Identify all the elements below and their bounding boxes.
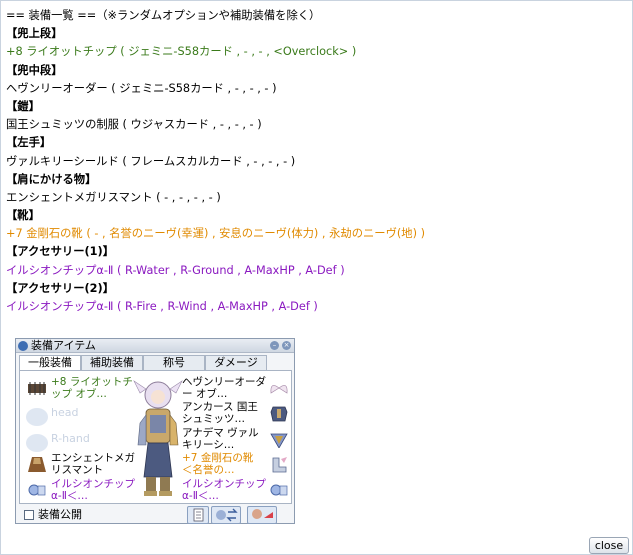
window-footer: 装備公開 (19, 506, 293, 524)
left-equip-slot[interactable]: エンシェントメガリスマント (24, 451, 135, 477)
boots-icon (268, 455, 290, 473)
wings-icon (268, 379, 290, 397)
equip-slot-label: R-hand (51, 432, 90, 445)
armor-icon (268, 404, 290, 422)
right-equip-slot[interactable]: アンカース 国王シュミッツ… (182, 400, 292, 426)
log-section-header: 【アクセサリー(2)】 (6, 281, 114, 295)
tab-title[interactable]: 称号 (143, 355, 205, 370)
equip-slot-label: アンカース 国王シュミッツ… (182, 401, 258, 426)
right-equip-slot[interactable]: ヘヴンリーオーダー オブ… (182, 375, 292, 401)
shield-icon (268, 430, 290, 449)
log-item-line: イルシオンチップα-Ⅱ ( R-Water , R-Ground , A-Max… (6, 263, 345, 277)
tab-bar: 一般装備 補助装備 称号 ダメージ (19, 355, 277, 370)
equip-slot-label: アナデマ ヴァルキリーシ… (182, 426, 259, 451)
equip-slot-label: +8 ライオットチップ オブ… (51, 376, 133, 400)
accessory-icon (268, 481, 290, 499)
tab-damage[interactable]: ダメージ (205, 355, 267, 370)
left-equip-slot[interactable]: イルシオンチップα-Ⅱ＜… (24, 477, 135, 503)
equipment-log: == 装備一覧 ==（※ランダムオプションや補助装備を除く） 【兜上段】 +8 ライ… (6, 7, 616, 316)
left-equip-slot[interactable]: +8 ライオットチップ オブ… (24, 375, 134, 401)
public-label: 装備公開 (38, 508, 82, 521)
log-section-header: 【鎧】 (6, 99, 40, 113)
equip-slot-label: ヘヴンリーオーダー オブ… (182, 376, 266, 400)
equip-slot-label: +7 金剛石の靴 ＜名誉の… (182, 452, 254, 477)
public-checkbox[interactable] (24, 510, 34, 520)
right-equip-slot[interactable]: イルシオンチップα-Ⅱ＜… (182, 477, 292, 503)
equip-slot-label: イルシオンチップα-Ⅱ＜… (182, 477, 266, 502)
log-item-line: ヘヴンリーオーダー ( ジェミニ-S58カード , - , - , - ) (6, 81, 277, 95)
chip-icon (26, 379, 48, 397)
memo-button[interactable] (187, 506, 209, 524)
log-section-header: 【兜上段】 (6, 27, 63, 41)
cape-icon (26, 455, 48, 473)
log-item-line: +8 ライオットチップ ( ジェミニ-S58カード , - , - , <Ove… (6, 45, 357, 59)
equip-slot-label: head (51, 407, 79, 420)
swap-equip-button[interactable] (211, 506, 241, 524)
log-item-line: イルシオンチップα-Ⅱ ( R-Fire , R-Wind , A-MaxHP … (6, 300, 318, 313)
log-item-line: == 装備一覧 ==（※ランダムオプションや補助装備を除く） (6, 9, 321, 22)
log-item-line: 国王シュミッツの制服 ( ウジャスカード , - , - , - ) (6, 118, 262, 132)
close-icon[interactable]: × (282, 341, 291, 350)
accessory-icon (26, 481, 48, 499)
right-equip-slot[interactable]: +7 金剛石の靴 ＜名誉の… (182, 451, 292, 477)
minimize-icon[interactable]: – (270, 341, 279, 350)
memo-icon (193, 508, 204, 522)
log-item-line: エンシェントメガリスマント ( - , - , - , - ) (6, 190, 221, 204)
log-section-header: 【アクセサリー(1)】 (6, 245, 114, 259)
log-item-line: ヴァルキリーシールド ( フレームスカルカード , - , - , - ) (6, 154, 296, 168)
equipment-window: 装備アイテム – × 一般装備 補助装備 称号 ダメージ +8 ライオットチップ… (15, 338, 295, 524)
log-item-line: +7 金剛石の靴 ( - , 名誉のニーヴ(幸運) , 安息のニーヴ(体力) ,… (6, 227, 425, 241)
left-equip-slot[interactable]: R-hand (24, 426, 134, 452)
log-section-header: 【靴】 (6, 209, 40, 223)
equipment-panel: +8 ライオットチップ オブ… head R-hand エンシェントメガリスマント イル… (19, 370, 292, 504)
tab-general[interactable]: 一般装備 (19, 355, 81, 370)
window-icon (18, 341, 28, 351)
log-section-header: 【肩にかける物】 (6, 172, 97, 186)
window-titlebar[interactable]: 装備アイテム – × (16, 339, 294, 353)
equip-slot-label: エンシェントメガリスマント (51, 452, 135, 477)
close-button[interactable]: close (589, 537, 629, 554)
log-section-header: 【兜中段】 (6, 63, 63, 77)
chat-window: == 装備一覧 ==（※ランダムオプションや補助装備を除く） 【兜上段】 +8 ライ… (0, 0, 633, 555)
left-equip-slot[interactable]: head (24, 400, 134, 427)
costume-icon (252, 509, 273, 519)
empty-slot-icon (26, 433, 48, 452)
costume-button[interactable] (247, 506, 277, 524)
log-section-header: 【左手】 (6, 136, 52, 150)
right-equip-slot[interactable]: アナデマ ヴァルキリーシ… (182, 426, 292, 452)
tab-auxiliary[interactable]: 補助装備 (81, 355, 143, 370)
swap-icon (216, 508, 238, 522)
character-portrait (133, 380, 183, 496)
empty-slot-icon (26, 408, 48, 427)
scrollbar[interactable] (620, 3, 630, 530)
equip-slot-label: イルシオンチップα-Ⅱ＜… (51, 477, 135, 502)
window-title: 装備アイテム (31, 339, 96, 352)
